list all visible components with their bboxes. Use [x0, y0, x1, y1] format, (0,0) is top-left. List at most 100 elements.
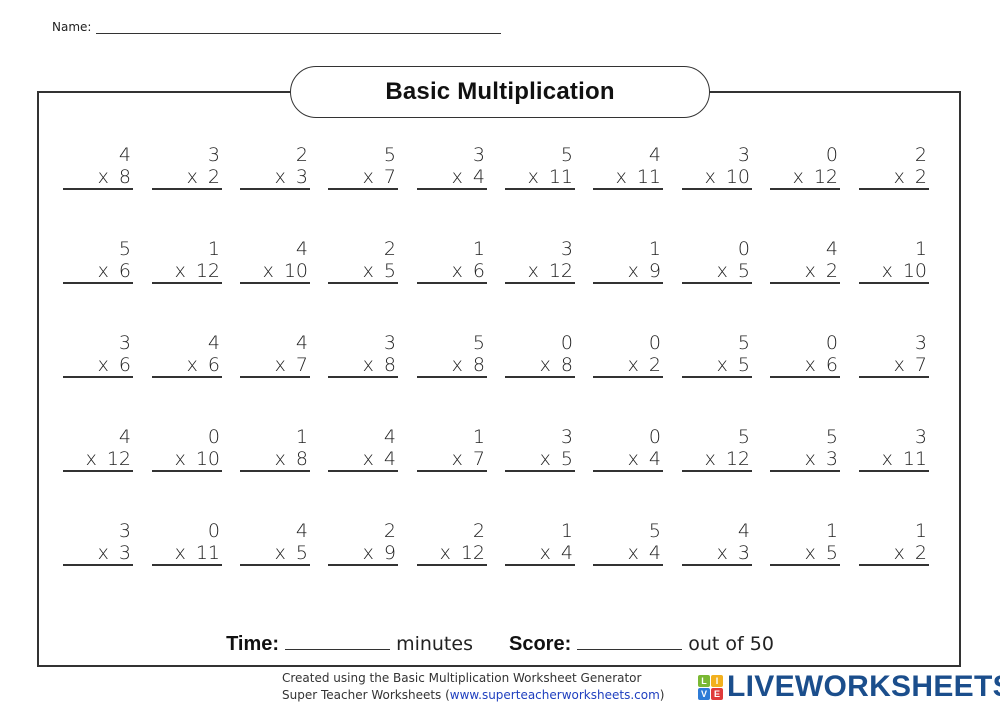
multiplier-value: 8 [118, 166, 131, 188]
problem-item: 3x2 [152, 144, 222, 190]
problem-multiplier: x 11 [859, 448, 929, 472]
multiplier-value: 5 [560, 448, 573, 470]
problem-item: 5x6 [63, 238, 133, 284]
problem-item: 1x5 [770, 520, 840, 566]
logo-square: V [698, 687, 710, 700]
multiplier-value: 12 [548, 260, 573, 282]
problem-item: 4x7 [240, 332, 310, 378]
problem-multiplicand: 1 [295, 426, 308, 448]
problem-item: 4 x 10 [240, 238, 310, 284]
problem-multiplier: x 11 [505, 166, 575, 190]
multiplier-value: 8 [560, 354, 573, 376]
problem-multiplicand: 3 [914, 332, 927, 354]
multiply-sign: x [539, 542, 551, 564]
problem-multiplier: x8 [63, 166, 133, 190]
score-suffix: out of 50 [688, 633, 774, 655]
score-input-line[interactable] [577, 633, 683, 650]
problem-multiplicand: 5 [737, 332, 750, 354]
problem-item: 5x7 [328, 144, 398, 190]
multiplier-value: 8 [383, 354, 396, 376]
multiply-sign: x [804, 448, 816, 470]
problem-multiplier: x6 [63, 260, 133, 284]
credits-link[interactable]: www.superteacherworksheets.com [450, 688, 660, 702]
problem-multiplicand: 4 [118, 144, 131, 166]
problem-multiplier: x2 [859, 542, 929, 566]
problem-item: 0x5 [682, 238, 752, 284]
problem-item: 4 x 11 [593, 144, 663, 190]
multiply-sign: x [186, 354, 198, 376]
multiplier-value: 10 [725, 166, 750, 188]
problem-multiplicand: 4 [737, 520, 750, 542]
multiply-sign: x [362, 542, 374, 564]
problem-multiplier: x6 [417, 260, 487, 284]
logo-square: I [711, 674, 723, 687]
time-score-row: Time: minutes Score: out of 50 [0, 633, 1000, 656]
problem-multiplier: x2 [152, 166, 222, 190]
problem-multiplier: x 10 [240, 260, 310, 284]
problem-multiplier: x8 [328, 354, 398, 378]
problem-multiplier: x4 [417, 166, 487, 190]
problem-item: 3 x 10 [682, 144, 752, 190]
multiplier-value: 2 [914, 542, 927, 564]
multiply-sign: x [527, 166, 539, 188]
multiply-sign: x [804, 260, 816, 282]
multiply-sign: x [451, 354, 463, 376]
problem-multiplier: x5 [240, 542, 310, 566]
time-input-line[interactable] [285, 633, 391, 650]
problem-item: 0 x 10 [152, 426, 222, 472]
problem-item: 3x6 [63, 332, 133, 378]
problem-item: 2x3 [240, 144, 310, 190]
multiply-sign: x [539, 448, 551, 470]
multiplier-value: 4 [648, 448, 661, 470]
credits: Created using the Basic Multiplication W… [282, 670, 664, 704]
problem-multiplicand: 1 [825, 520, 838, 542]
multiplier-value: 5 [825, 542, 838, 564]
multiplier-value: 5 [737, 354, 750, 376]
problem-item: 5x8 [417, 332, 487, 378]
problem-item: 0x8 [505, 332, 575, 378]
multiply-sign: x [704, 166, 716, 188]
name-input-line[interactable] [96, 21, 502, 34]
problem-multiplier: x3 [63, 542, 133, 566]
problem-multiplicand: 2 [383, 238, 396, 260]
problem-multiplicand: 3 [560, 426, 573, 448]
multiply-sign: x [527, 260, 539, 282]
problem-multiplier: x5 [505, 448, 575, 472]
problem-multiplicand: 5 [648, 520, 661, 542]
problem-item: 4x2 [770, 238, 840, 284]
problem-multiplier: x6 [152, 354, 222, 378]
problem-multiplier: x 11 [152, 542, 222, 566]
problem-item: 0x4 [593, 426, 663, 472]
liveworksheets-logo[interactable]: L I V E LIVEWORKSHEETS [698, 672, 1000, 702]
problem-multiplier: x 10 [682, 166, 752, 190]
multiply-sign: x [792, 166, 804, 188]
problem-multiplicand: 4 [207, 332, 220, 354]
multiplier-value: 7 [472, 448, 485, 470]
multiplier-value: 3 [118, 542, 131, 564]
problem-multiplier: x3 [240, 166, 310, 190]
multiplier-value: 12 [106, 448, 131, 470]
problem-item: 2x9 [328, 520, 398, 566]
problem-multiplier: x9 [328, 542, 398, 566]
multiply-sign: x [627, 448, 639, 470]
multiply-sign: x [186, 166, 198, 188]
time-unit: minutes [396, 633, 473, 655]
multiplier-value: 6 [825, 354, 838, 376]
multiply-sign: x [85, 448, 97, 470]
problem-multiplier: x 11 [593, 166, 663, 190]
multiply-sign: x [627, 260, 639, 282]
multiply-sign: x [893, 166, 905, 188]
logo-square: E [711, 687, 723, 700]
problem-multiplier: x8 [240, 448, 310, 472]
problem-item: 3x4 [417, 144, 487, 190]
problem-multiplier: x5 [770, 542, 840, 566]
problem-item: 0x6 [770, 332, 840, 378]
problem-multiplier: x 12 [417, 542, 487, 566]
multiplier-value: 6 [118, 354, 131, 376]
multiply-sign: x [539, 354, 551, 376]
multiplier-value: 5 [737, 260, 750, 282]
multiplier-value: 2 [914, 166, 927, 188]
problem-multiplicand: 4 [295, 520, 308, 542]
problem-multiplicand: 2 [914, 144, 927, 166]
multiply-sign: x [881, 260, 893, 282]
